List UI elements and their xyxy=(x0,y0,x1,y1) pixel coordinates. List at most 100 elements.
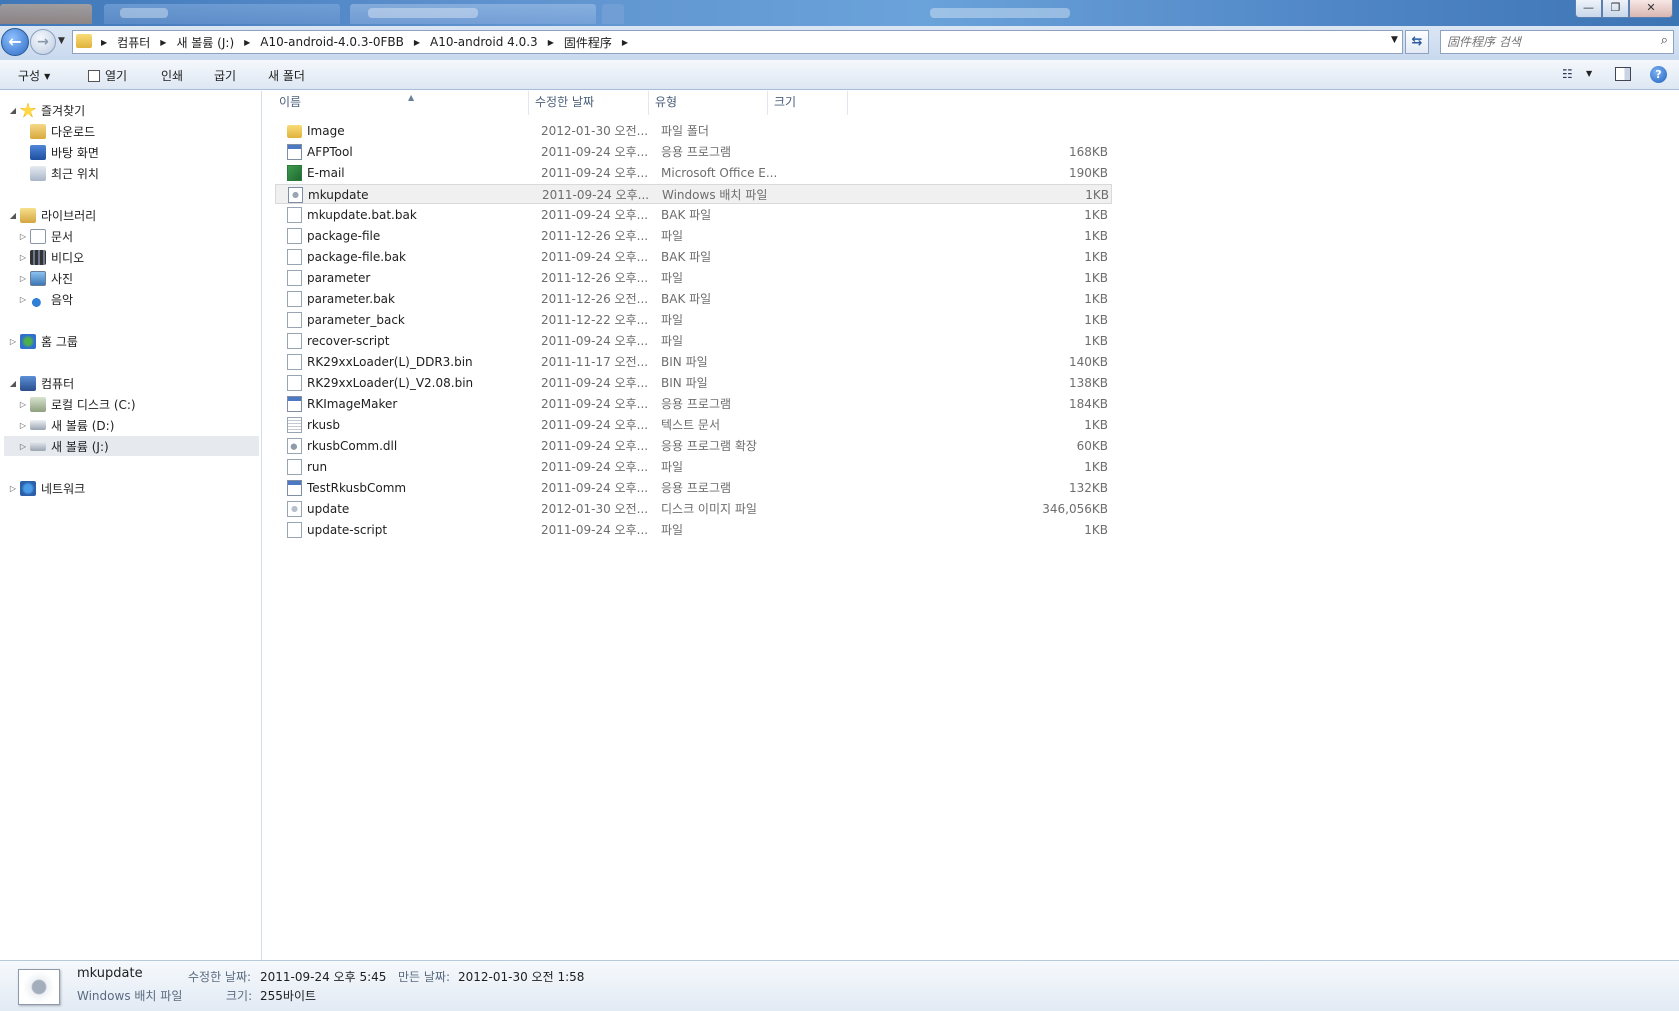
nav-item-desktop[interactable]: 바탕 화면 xyxy=(18,142,258,162)
open-button[interactable]: 열기 xyxy=(88,67,127,84)
file-row[interactable]: AFPTool 2011-09-24 오후... 응용 프로그램 168KB xyxy=(275,142,1112,162)
file-row[interactable]: RKImageMaker 2011-09-24 오후... 응용 프로그램 184KB xyxy=(275,394,1112,414)
nav-item-pictures[interactable]: ▷ 사진 xyxy=(18,268,258,288)
local-disk-icon xyxy=(30,396,46,412)
file-date-modified: 2012-01-30 오전... xyxy=(541,502,649,516)
blurred-title-text xyxy=(930,8,1070,18)
application-icon xyxy=(287,144,302,160)
file-name: parameter xyxy=(307,271,371,285)
print-button[interactable]: 인쇄 xyxy=(161,67,183,84)
search-icon[interactable]: ⌕ xyxy=(1661,33,1668,48)
organize-button[interactable]: 구성 ▼ xyxy=(18,67,50,84)
chevron-down-icon[interactable]: ▼ xyxy=(1391,35,1398,45)
collapsed-icon[interactable]: ▷ xyxy=(18,295,28,304)
chevron-down-icon[interactable]: ▼ xyxy=(1586,69,1592,78)
expanded-icon[interactable]: ◢ xyxy=(8,106,18,115)
nav-item-recent[interactable]: 최근 위치 xyxy=(18,163,258,183)
close-button[interactable]: ✕ xyxy=(1629,0,1673,18)
collapsed-icon[interactable]: ▷ xyxy=(8,484,18,493)
expanded-icon[interactable]: ◢ xyxy=(8,379,18,388)
column-header-type[interactable]: 유형 xyxy=(649,91,768,115)
nav-item-volume-d[interactable]: ▷ 새 볼륨 (D:) xyxy=(18,415,258,435)
refresh-button[interactable]: ⇆ xyxy=(1405,30,1429,54)
search-input[interactable] xyxy=(1447,34,1647,50)
nav-label: 사진 xyxy=(51,271,74,286)
nav-item-documents[interactable]: ▷ 문서 xyxy=(18,226,258,246)
file-type: BIN 파일 xyxy=(661,355,708,369)
file-row[interactable]: run 2011-09-24 오후... 파일 1KB xyxy=(275,457,1112,477)
back-button[interactable]: ← xyxy=(1,28,29,56)
burn-button[interactable]: 굽기 xyxy=(214,67,236,84)
nav-item-computer[interactable]: ◢ 컴퓨터 xyxy=(8,373,258,393)
file-row[interactable]: parameter 2011-12-26 오후... 파일 1KB xyxy=(275,268,1112,288)
collapsed-icon[interactable]: ▷ xyxy=(18,442,28,451)
file-row[interactable]: mkupdate.bat.bak 2011-09-24 오후... BAK 파일 1K… xyxy=(275,205,1112,225)
breadcrumb-computer[interactable]: 컴퓨터 xyxy=(113,34,154,51)
breadcrumb-current-folder[interactable]: 固件程序 xyxy=(560,34,616,51)
file-name: parameter_back xyxy=(307,313,405,327)
column-header-date[interactable]: 수정한 날짜 xyxy=(529,91,649,115)
file-row[interactable]: package-file.bak 2011-09-24 오후... BAK 파일 1K… xyxy=(275,247,1112,267)
taskbar-tab[interactable] xyxy=(0,4,92,24)
address-bar[interactable]: ▶ 컴퓨터 ▶ 새 볼륨 (J:) ▶ A10-android-4.0.3-0F… xyxy=(72,30,1403,54)
column-header-name[interactable]: 이름 ▲ xyxy=(273,91,529,115)
nav-item-videos[interactable]: ▷ 비디오 xyxy=(18,247,258,267)
file-type: 파일 xyxy=(661,460,684,474)
nav-item-volume-j[interactable]: ▷ 새 볼륨 (J:) xyxy=(4,436,259,456)
nav-item-local-disk-c[interactable]: ▷ 로컬 디스크 (C:) xyxy=(18,394,258,414)
nav-item-downloads[interactable]: 다운로드 xyxy=(18,121,258,141)
chevron-right-icon[interactable]: ▶ xyxy=(542,38,560,47)
computer-icon xyxy=(20,375,36,391)
file-row[interactable]: update 2012-01-30 오전... 디스크 이미지 파일 346,056K… xyxy=(275,499,1112,519)
preview-pane-icon[interactable] xyxy=(1615,67,1631,81)
search-box[interactable]: ⌕ xyxy=(1440,30,1674,54)
nav-item-music[interactable]: ▷ 음악 xyxy=(18,289,258,309)
collapsed-icon[interactable]: ▷ xyxy=(18,421,28,430)
file-row[interactable]: package-file 2011-12-26 오후... 파일 1KB xyxy=(275,226,1112,246)
new-tab-button[interactable] xyxy=(602,4,624,24)
change-view-icon[interactable]: ☷ xyxy=(1562,67,1573,81)
recent-pages-dropdown-icon[interactable]: ▼ xyxy=(58,36,68,46)
file-row[interactable]: parameter.bak 2011-12-26 오전... BAK 파일 1KB xyxy=(275,289,1112,309)
file-row[interactable]: TestRkusbComm 2011-09-24 오후... 응용 프로그램 132K… xyxy=(275,478,1112,498)
breadcrumb-folder[interactable]: A10-android-4.0.3-0FBB xyxy=(256,35,408,49)
file-row[interactable]: mkupdate 2011-09-24 오후... Windows 배치 파일 1KB xyxy=(275,184,1112,204)
file-name: recover-script xyxy=(307,334,390,348)
new-folder-button[interactable]: 새 폴더 xyxy=(268,67,305,84)
file-row[interactable]: rkusbComm.dll 2011-09-24 오후... 응용 프로그램 확장 6… xyxy=(275,436,1112,456)
file-type: 응용 프로그램 확장 xyxy=(661,439,757,453)
collapsed-icon[interactable]: ▷ xyxy=(18,253,28,262)
nav-label: 네트워크 xyxy=(41,481,86,496)
forward-button[interactable]: → xyxy=(30,29,56,55)
collapsed-icon[interactable]: ▷ xyxy=(18,274,28,283)
chevron-right-icon[interactable]: ▶ xyxy=(616,38,634,47)
column-header-size[interactable]: 크기 xyxy=(768,91,848,115)
collapsed-icon[interactable]: ▷ xyxy=(8,337,18,346)
chevron-right-icon[interactable]: ▶ xyxy=(408,38,426,47)
chevron-right-icon[interactable]: ▶ xyxy=(95,38,113,47)
chevron-right-icon[interactable]: ▶ xyxy=(238,38,256,47)
file-row[interactable]: RK29xxLoader(L)_V2.08.bin 2011-09-24 오후..… xyxy=(275,373,1112,393)
expanded-icon[interactable]: ◢ xyxy=(8,211,18,220)
help-button[interactable]: ? xyxy=(1650,66,1667,83)
file-row[interactable]: rkusb 2011-09-24 오후... 텍스트 문서 1KB xyxy=(275,415,1112,435)
nav-item-favorites[interactable]: ◢ 즐겨찾기 xyxy=(8,100,258,120)
nav-item-network[interactable]: ▷ 네트워크 xyxy=(8,478,258,498)
file-row[interactable]: update-script 2011-09-24 오후... 파일 1KB xyxy=(275,520,1112,540)
chevron-right-icon[interactable]: ▶ xyxy=(154,38,172,47)
file-row[interactable]: RK29xxLoader(L)_DDR3.bin 2011-11-17 오전...… xyxy=(275,352,1112,372)
file-row[interactable]: parameter_back 2011-12-22 오후... 파일 1KB xyxy=(275,310,1112,330)
breadcrumb-folder[interactable]: A10-android 4.0.3 xyxy=(426,35,542,49)
file-row[interactable]: E-mail 2011-09-24 오후... Microsoft Office E… xyxy=(275,163,1112,183)
nav-item-libraries[interactable]: ◢ 라이브러리 xyxy=(8,205,258,225)
maximize-button[interactable]: ❐ xyxy=(1602,0,1629,18)
desktop-icon xyxy=(30,144,46,160)
minimize-button[interactable]: — xyxy=(1575,0,1602,18)
file-row[interactable]: recover-script 2011-09-24 오후... 파일 1KB xyxy=(275,331,1112,351)
breadcrumb-volume-j[interactable]: 새 볼륨 (J:) xyxy=(172,34,238,51)
nav-item-homegroup[interactable]: ▷ 홈 그룹 xyxy=(8,331,258,351)
file-type: 파일 xyxy=(661,229,684,243)
file-row[interactable]: Image 2012-01-30 오전... 파일 폴더 xyxy=(275,121,1112,141)
collapsed-icon[interactable]: ▷ xyxy=(18,232,28,241)
collapsed-icon[interactable]: ▷ xyxy=(18,400,28,409)
